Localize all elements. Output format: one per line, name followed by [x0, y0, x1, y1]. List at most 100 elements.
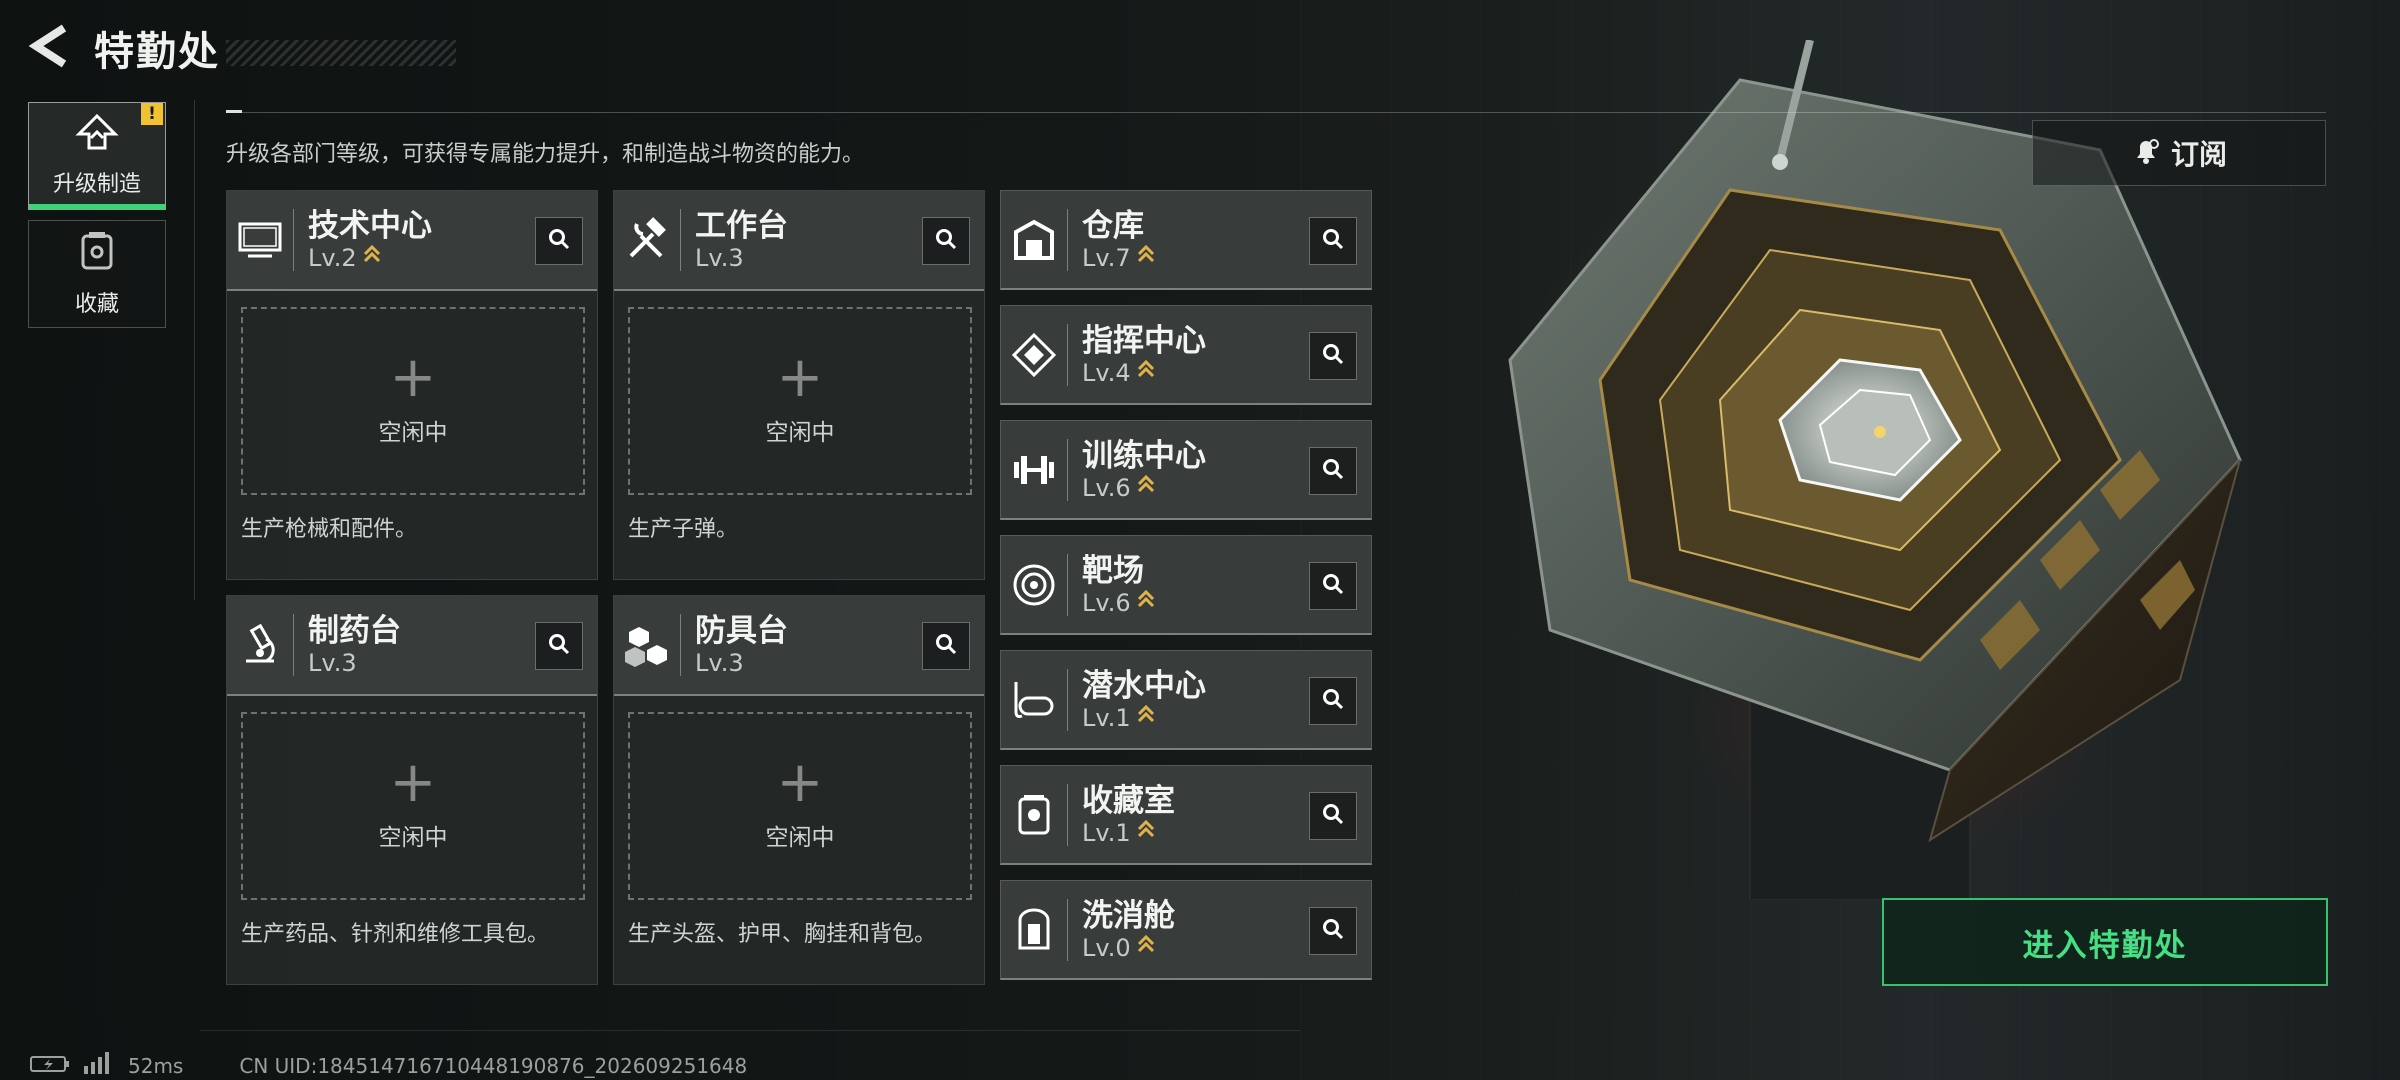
add-plus-icon: + — [389, 345, 437, 410]
hammer-wrench-icon — [614, 190, 680, 290]
card-separator — [680, 209, 681, 271]
department-description: 生产药品、针剂和维修工具包。 — [241, 922, 550, 947]
nav-label-upgrade: 升级制造 — [52, 172, 141, 197]
department-level: Lv.3 — [308, 649, 357, 677]
nav-item-upgrade-manufacture[interactable]: ! 升级制造 — [28, 102, 166, 210]
page-title: 特勤处 — [94, 29, 220, 75]
department-name: 制药台 — [308, 613, 401, 649]
diving-mask-icon — [1001, 650, 1067, 750]
department-level: Lv.0 — [1082, 933, 1131, 962]
card-separator — [293, 209, 294, 271]
search-icon — [547, 227, 571, 255]
nav-item-collection[interactable]: 收藏 — [28, 220, 166, 328]
department-card-pharmacy: 制药台 Lv.3 + 空闲中 生产药品、针剂和维修工具包。 — [226, 595, 598, 985]
bell-icon — [2131, 136, 2161, 170]
department-name: 指挥中心 — [1082, 322, 1206, 359]
department-card-warehouse[interactable]: 仓库 Lv.7 — [1000, 190, 1372, 290]
card-header: 防具台 Lv.3 — [614, 596, 984, 696]
upgrade-arrow-icon — [75, 113, 119, 158]
department-name: 收藏室 — [1082, 782, 1175, 819]
search-icon — [1321, 457, 1345, 485]
enter-special-ops-button[interactable]: 进入特勤处 — [1882, 898, 2328, 986]
upgrade-chevron-icon — [1137, 589, 1155, 617]
department-card-training-center[interactable]: 训练中心 Lv.6 — [1000, 420, 1372, 520]
department-search-button[interactable] — [922, 622, 970, 670]
department-search-button[interactable] — [922, 217, 970, 265]
department-search-button[interactable] — [535, 217, 583, 265]
department-name: 仓库 — [1082, 207, 1144, 244]
department-card-decon-chamber[interactable]: 洗消舱 Lv.0 — [1000, 880, 1372, 980]
department-name: 工作台 — [695, 208, 788, 244]
microscope-icon — [227, 595, 293, 695]
card-separator — [1067, 668, 1068, 731]
add-plus-icon: + — [389, 750, 437, 815]
slot-status: 空闲中 — [378, 825, 448, 851]
search-icon — [934, 227, 958, 255]
card-separator — [1067, 783, 1068, 846]
search-icon — [1321, 917, 1345, 945]
card-separator — [1067, 208, 1068, 271]
card-separator — [680, 614, 681, 676]
title-decoration — [226, 40, 456, 66]
department-search-button[interactable] — [1309, 907, 1357, 955]
department-name: 靶场 — [1082, 552, 1144, 589]
search-icon — [1321, 227, 1345, 255]
production-slot[interactable]: + 空闲中 — [241, 712, 585, 900]
card-separator — [1067, 323, 1068, 386]
department-description: 生产子弹。 — [628, 517, 739, 542]
ping-readout: 52ms — [128, 1053, 184, 1078]
department-level: Lv.1 — [1082, 818, 1131, 847]
back-button[interactable] — [26, 22, 70, 74]
upgrade-chevron-icon — [1137, 704, 1155, 732]
production-slot[interactable]: + 空闲中 — [628, 712, 972, 900]
monitor-icon — [227, 190, 293, 290]
search-icon — [1321, 802, 1345, 830]
search-icon — [1321, 342, 1345, 370]
department-card-collection-room[interactable]: 收藏室 Lv.1 — [1000, 765, 1372, 865]
department-name: 训练中心 — [1082, 437, 1206, 474]
department-search-button[interactable] — [1309, 677, 1357, 725]
subscribe-button[interactable]: 订阅 — [2032, 120, 2326, 186]
production-slot[interactable]: + 空闲中 — [241, 307, 585, 495]
card-separator — [1067, 553, 1068, 616]
nav-label-collection: 收藏 — [74, 292, 119, 317]
upgrade-chevron-icon — [1137, 244, 1155, 272]
department-name: 技术中心 — [308, 208, 432, 244]
department-level: Lv.2 — [308, 244, 357, 272]
department-search-button[interactable] — [1309, 562, 1357, 610]
department-search-button[interactable] — [1309, 447, 1357, 495]
card-separator — [293, 614, 294, 676]
department-card-command-center[interactable]: 指挥中心 Lv.4 — [1000, 305, 1372, 405]
production-slot[interactable]: + 空闲中 — [628, 307, 972, 495]
upgrade-chevron-icon — [1137, 819, 1155, 847]
display-case-icon — [1001, 765, 1067, 865]
upgrade-chevron-icon — [1137, 474, 1155, 502]
user-uid: CN UID:18451471671044819087​6_2026092516… — [239, 1053, 748, 1078]
alert-badge: ! — [141, 103, 163, 125]
enter-button-label: 进入特勤处 — [2022, 927, 2188, 964]
nav-divider — [194, 100, 195, 600]
department-search-button[interactable] — [1309, 217, 1357, 265]
upgrade-chevron-icon — [363, 244, 381, 272]
department-card-armor-bench: 防具台 Lv.3 + 空闲中 生产头盔、护甲、胸挂和背包。 — [613, 595, 985, 985]
status-bar: 52ms CN UID:18451471671044819087​6_20260… — [30, 1052, 747, 1079]
department-search-button[interactable] — [1309, 792, 1357, 840]
department-card-diving-center[interactable]: 潜水中心 Lv.1 — [1000, 650, 1372, 750]
add-plus-icon: + — [776, 345, 824, 410]
department-level: Lv.6 — [1082, 588, 1131, 617]
signal-icon — [82, 1052, 110, 1079]
department-card-shooting-range[interactable]: 靶场 Lv.6 — [1000, 535, 1372, 635]
department-level: Lv.3 — [695, 244, 744, 272]
search-icon — [547, 632, 571, 660]
department-search-button[interactable] — [1309, 332, 1357, 380]
department-level: Lv.6 — [1082, 473, 1131, 502]
collection-case-icon — [79, 230, 115, 278]
department-name: 潜水中心 — [1082, 667, 1206, 704]
department-search-button[interactable] — [535, 622, 583, 670]
target-icon — [1001, 535, 1067, 635]
warehouse-icon — [1001, 190, 1067, 290]
top-bar: 特勤处 — [26, 22, 456, 75]
add-plus-icon: + — [776, 750, 824, 815]
upgrade-chevron-icon — [1137, 359, 1155, 387]
slot-status: 空闲中 — [765, 420, 835, 446]
